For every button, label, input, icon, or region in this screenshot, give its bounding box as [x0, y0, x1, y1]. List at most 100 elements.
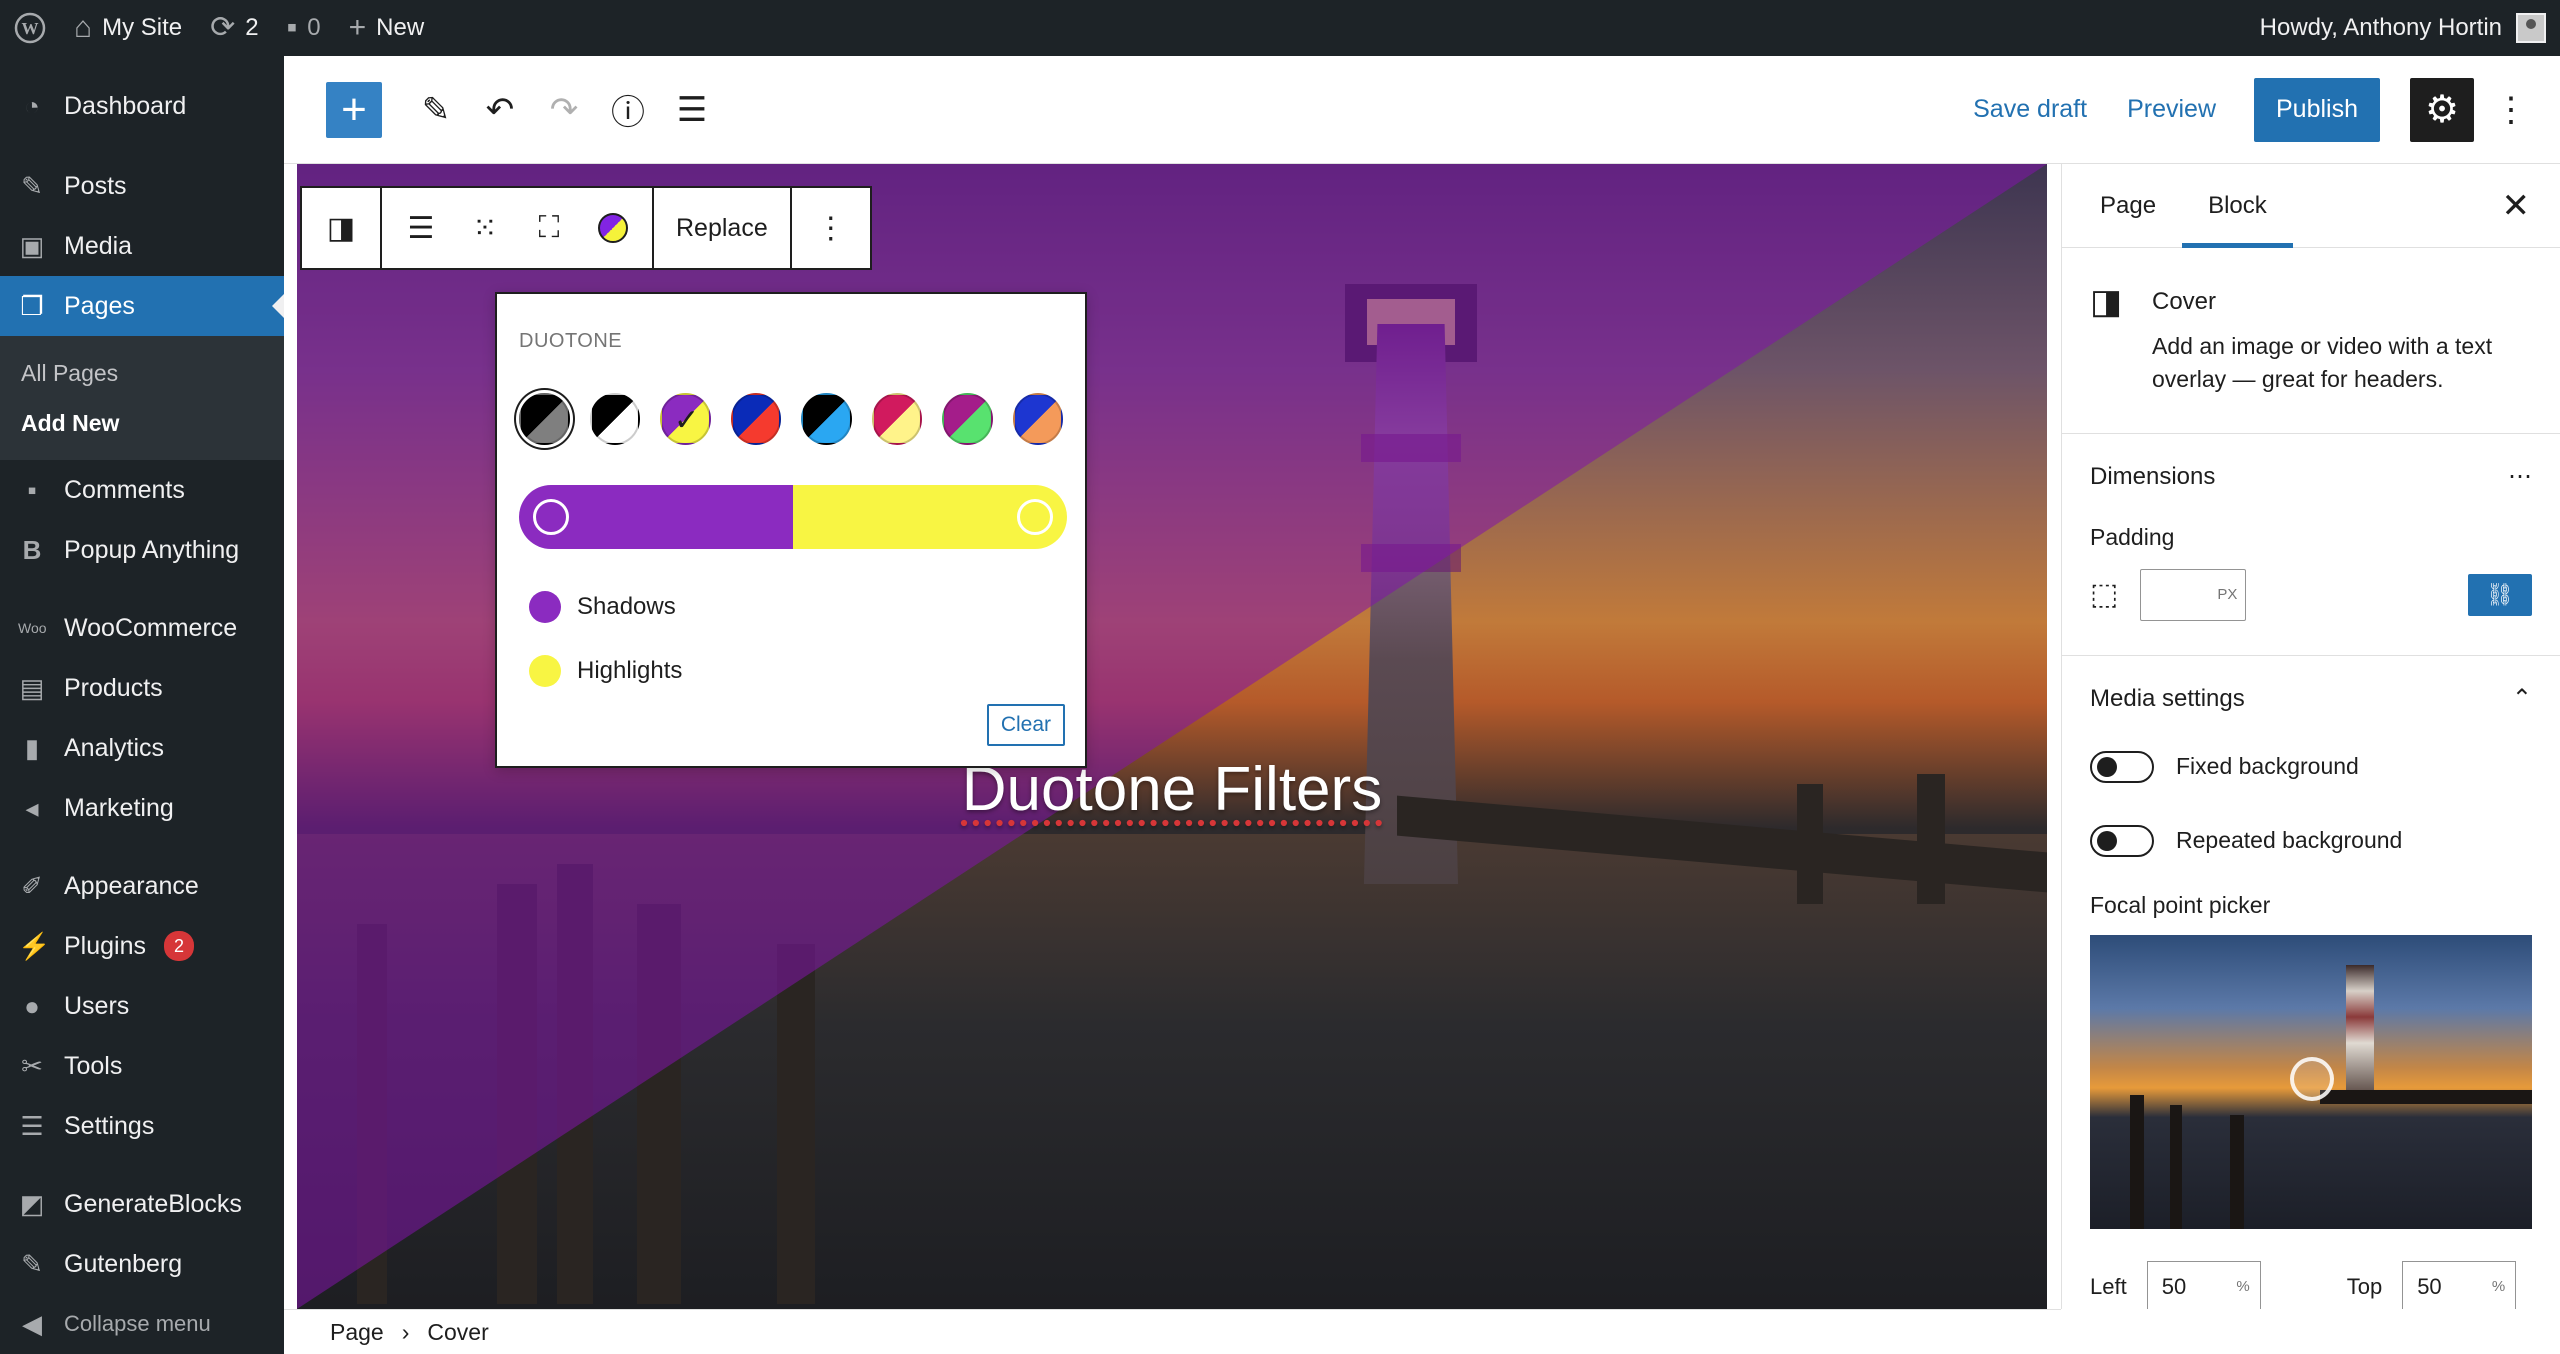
block-inserter-button[interactable]: + [326, 81, 382, 138]
align-button[interactable]: ☰ [392, 196, 450, 260]
new-content-link[interactable]: + New [335, 0, 439, 56]
options-menu-button[interactable]: ⋮ [2494, 90, 2528, 130]
svg-text:W: W [22, 19, 39, 38]
sidebar-item-pages[interactable]: ❐ Pages [0, 276, 284, 336]
dimensions-options-button[interactable]: ⋯ [2508, 462, 2532, 491]
fullscreen-icon: ⛶ [538, 211, 560, 244]
sidebar-item-users[interactable]: ● Users [0, 976, 284, 1036]
shadow-handle[interactable] [533, 499, 569, 535]
fixed-background-label: Fixed background [2176, 753, 2359, 780]
link-sides-button[interactable]: ⛓ [2468, 573, 2532, 616]
focal-post [2130, 1094, 2144, 1229]
sidebar-item-marketing[interactable]: ◂ Marketing [0, 778, 284, 838]
duotone-preset-swatch[interactable] [730, 393, 781, 445]
sidebar-item-dashboard[interactable]: ◔ Dashboard [0, 76, 284, 136]
settings-sidebar: Page Block ✕ ◨ Cover Add an image or vid… [2061, 164, 2560, 1309]
b-icon: B [22, 534, 42, 565]
content-position-button[interactable]: ⁙ [456, 196, 514, 260]
updates-link[interactable]: ⟳ 2 [196, 0, 273, 56]
link-icon: ⛓ [2486, 581, 2514, 607]
submenu-all-pages[interactable]: All Pages [0, 348, 284, 398]
submenu-add-new[interactable]: Add New [0, 398, 284, 448]
repeated-background-toggle[interactable] [2090, 824, 2154, 857]
close-settings-button[interactable]: ✕ [2502, 186, 2531, 226]
my-account[interactable]: Howdy, Anthony Hortin [2260, 13, 2560, 43]
sidebar-item-generateblocks[interactable]: ◩ GenerateBlocks [0, 1174, 284, 1234]
sidebar-item-settings[interactable]: ☰ Settings [0, 1096, 284, 1156]
duotone-icon [598, 213, 628, 243]
preview-button[interactable]: Preview [2107, 95, 2236, 124]
sidebar-item-woocommerce[interactable]: Woo WooCommerce [0, 598, 284, 658]
sidebar-item-posts[interactable]: ✎ Posts [0, 156, 284, 216]
sidebar-item-products[interactable]: ▤ Products [0, 658, 284, 718]
collapse-menu-button[interactable]: ◀ Collapse menu [0, 1294, 284, 1354]
focal-point-handle[interactable] [2290, 1056, 2334, 1101]
more-group: ⋮ [792, 188, 870, 268]
sliders-icon: ☰ [20, 1110, 44, 1141]
focal-point-picker[interactable] [2090, 934, 2532, 1229]
settings-toggle-button[interactable]: ⚙ [2410, 77, 2474, 142]
media-settings-title: Media settings [2090, 684, 2245, 712]
highlight-handle[interactable] [1017, 499, 1053, 535]
clear-button[interactable]: Clear [986, 704, 1065, 746]
undo-button[interactable]: ↶ [472, 82, 528, 138]
fixed-background-row: Fixed background [2090, 730, 2532, 804]
cover-icon: ◨ [2090, 283, 2123, 321]
breadcrumb-root[interactable]: Page [330, 1319, 384, 1346]
site-name-link[interactable]: ⌂ My Site [60, 0, 196, 56]
block-type-button[interactable]: ◨ [312, 196, 370, 260]
save-draft-button[interactable]: Save draft [1953, 95, 2107, 124]
close-icon: ✕ [2501, 187, 2531, 225]
tab-page[interactable]: Page [2074, 164, 2182, 247]
duotone-preset-swatch[interactable] [589, 393, 640, 445]
sidebar-item-comments[interactable]: ▪ Comments [0, 460, 284, 520]
sidebar-item-analytics[interactable]: ▮ Analytics [0, 718, 284, 778]
focal-top-input[interactable]: 50% [2402, 1260, 2517, 1309]
sidebar-item-popup-anything[interactable]: B Popup Anything [0, 520, 284, 580]
plug-icon: ⚡ [18, 930, 51, 961]
focal-left-input[interactable]: 50% [2146, 1260, 2261, 1309]
duotone-preset-swatch[interactable] [942, 393, 993, 445]
sidebar-item-media[interactable]: ▣ Media [0, 216, 284, 276]
block-options-button[interactable]: ⋮ [802, 196, 860, 260]
sidebar-item-tools[interactable]: ✂ Tools [0, 1036, 284, 1096]
pencil-icon: ✎ [421, 90, 451, 129]
redo-button[interactable]: ↷ [536, 82, 592, 138]
howdy-text: Howdy, Anthony Hortin [2259, 14, 2502, 41]
shadows-color-dot [529, 591, 561, 623]
padding-input[interactable]: PX [2140, 568, 2247, 621]
block-description: Add an image or video with a text overla… [2152, 333, 2493, 393]
list-view-button[interactable]: ☰ [664, 82, 720, 138]
publish-button[interactable]: Publish [2254, 77, 2380, 142]
full-height-button[interactable]: ⛶ [520, 196, 578, 260]
highlights-color-row[interactable]: Highlights [529, 639, 1063, 703]
tools-button[interactable]: ✎ [408, 82, 464, 138]
duotone-preset-swatch[interactable] [519, 393, 570, 445]
focal-lighthouse [2346, 964, 2374, 1095]
sidebar-item-gutenberg[interactable]: ✎ Gutenberg [0, 1234, 284, 1294]
avatar [2516, 13, 2546, 43]
duotone-preset-swatch[interactable] [1012, 393, 1063, 445]
shadows-color-row[interactable]: Shadows [529, 575, 1063, 639]
comment-bubble-icon: ▪ [286, 11, 298, 44]
chevron-right-icon: › [401, 1318, 410, 1345]
fixed-background-toggle[interactable] [2090, 750, 2154, 783]
breadcrumb-current[interactable]: Cover [427, 1319, 488, 1346]
duotone-gradient-bar[interactable] [519, 485, 1067, 549]
sidebar-item-appearance[interactable]: ✐ Appearance [0, 856, 284, 916]
tab-block[interactable]: Block [2182, 164, 2293, 248]
duotone-button[interactable] [584, 196, 642, 260]
page-icon: ❐ [20, 290, 44, 321]
woo-icon: Woo [18, 620, 47, 636]
comments-link[interactable]: ▪ 0 [273, 0, 335, 56]
details-button[interactable]: ⓘ [600, 82, 656, 138]
block-card: ◨ Cover Add an image or video with a tex… [2062, 248, 2560, 434]
wordpress-logo-icon[interactable]: W [0, 0, 60, 56]
checkmark-icon: ✓ [674, 404, 700, 437]
sidebar-item-plugins[interactable]: ⚡ Plugins 2 [0, 916, 284, 976]
duotone-preset-swatch[interactable] [801, 393, 852, 445]
duotone-preset-swatch[interactable] [871, 393, 922, 445]
replace-button[interactable]: Replace [664, 214, 780, 243]
plus-icon: + [341, 84, 367, 134]
duotone-preset-swatch[interactable]: ✓ [660, 393, 711, 445]
